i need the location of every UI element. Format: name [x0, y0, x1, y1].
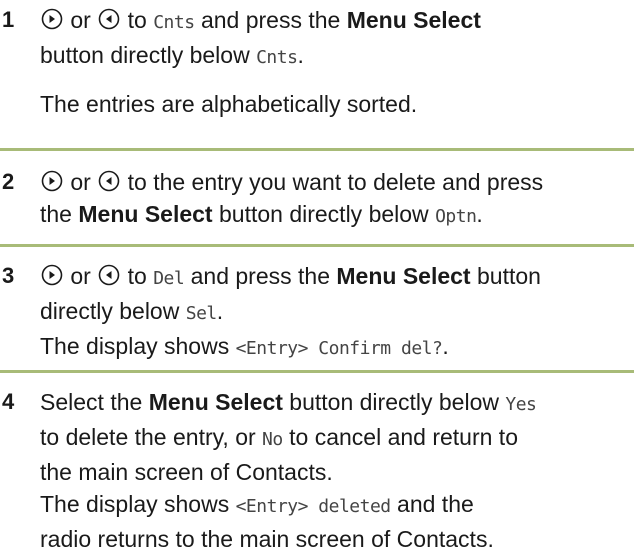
display-text: Del	[153, 268, 185, 289]
nav-right-icon	[40, 169, 64, 193]
procedure-steps: 1 or to Cnts and press the Menu Select b…	[0, 0, 634, 552]
step-text: or to Cnts and press the Menu Select but…	[40, 4, 632, 120]
step-text: or to the entry you want to delete and p…	[40, 169, 544, 227]
display-text: Yes	[505, 394, 537, 415]
step-number: 4	[2, 389, 15, 414]
nav-right-icon	[40, 263, 64, 287]
button-name: Menu Select	[336, 263, 471, 289]
display-text: No	[262, 429, 283, 450]
display-text: Cnts	[153, 12, 195, 33]
button-name: Menu Select	[148, 389, 283, 415]
nav-left-icon	[97, 263, 121, 287]
divider	[0, 148, 634, 151]
step-number: 1	[2, 7, 15, 32]
display-text: Sel	[185, 303, 218, 324]
step-note: The entries are alphabetically sorted.	[40, 91, 418, 117]
nav-left-icon	[97, 7, 121, 31]
display-text: <Entry> Confirm del?	[235, 338, 443, 359]
step-text: or to Del and press the Menu Select butt…	[40, 263, 541, 359]
divider	[0, 244, 634, 247]
display-text: <Entry> deleted	[235, 496, 392, 517]
nav-right-icon	[40, 7, 64, 31]
display-text: Optn	[435, 206, 477, 227]
step-number: 2	[2, 169, 15, 194]
divider	[0, 370, 634, 373]
button-name: Menu Select	[78, 201, 213, 227]
step-text: Select the Menu Select button directly b…	[40, 389, 537, 552]
nav-left-icon	[97, 169, 121, 193]
step-number: 3	[2, 263, 15, 288]
button-name: Menu Select	[346, 7, 481, 33]
display-text: Cnts	[256, 47, 298, 68]
